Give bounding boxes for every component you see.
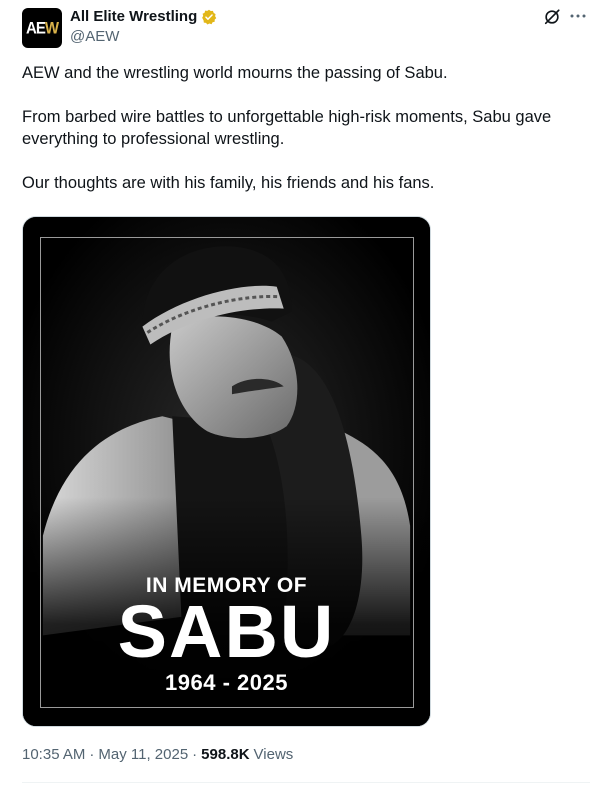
avatar-logo: AEW (25, 18, 59, 38)
tweet-paragraph: Our thoughts are with his family, his fr… (22, 174, 435, 192)
memorial-name: SABU (117, 590, 336, 673)
more-icon[interactable] (568, 6, 588, 26)
views-count: 598.8K (201, 746, 250, 763)
tweet-paragraph: From barbed wire battles to unforgettabl… (22, 108, 552, 148)
handle[interactable]: @AEW (70, 28, 119, 45)
memorial-years: 1964 - 2025 (165, 670, 288, 695)
tweet-card: AEW All Elite Wrestling @AEW AEW and the… (0, 0, 612, 792)
views-label: Views (253, 746, 294, 763)
verified-badge-icon[interactable] (201, 9, 217, 25)
avatar[interactable]: AEW (22, 8, 62, 48)
tweet-meta: 10:35 AM · May 11, 2025 · 598.8K Views (22, 746, 293, 763)
tweet-paragraph: AEW and the wrestling world mourns the p… (22, 64, 448, 82)
grok-icon[interactable] (543, 8, 561, 26)
tweet-text: AEW and the wrestling world mourns the p… (22, 62, 592, 194)
tweet-time[interactable]: 10:35 AM (22, 746, 85, 763)
meta-separator: · (192, 746, 198, 763)
tweet-date[interactable]: May 11, 2025 (98, 746, 188, 763)
media-image[interactable]: IN MEMORY OF SABU 1964 - 2025 (22, 216, 431, 727)
divider (22, 782, 590, 783)
display-name[interactable]: All Elite Wrestling (70, 8, 197, 25)
author-name-row: All Elite Wrestling (70, 8, 217, 25)
meta-separator: · (89, 746, 95, 763)
